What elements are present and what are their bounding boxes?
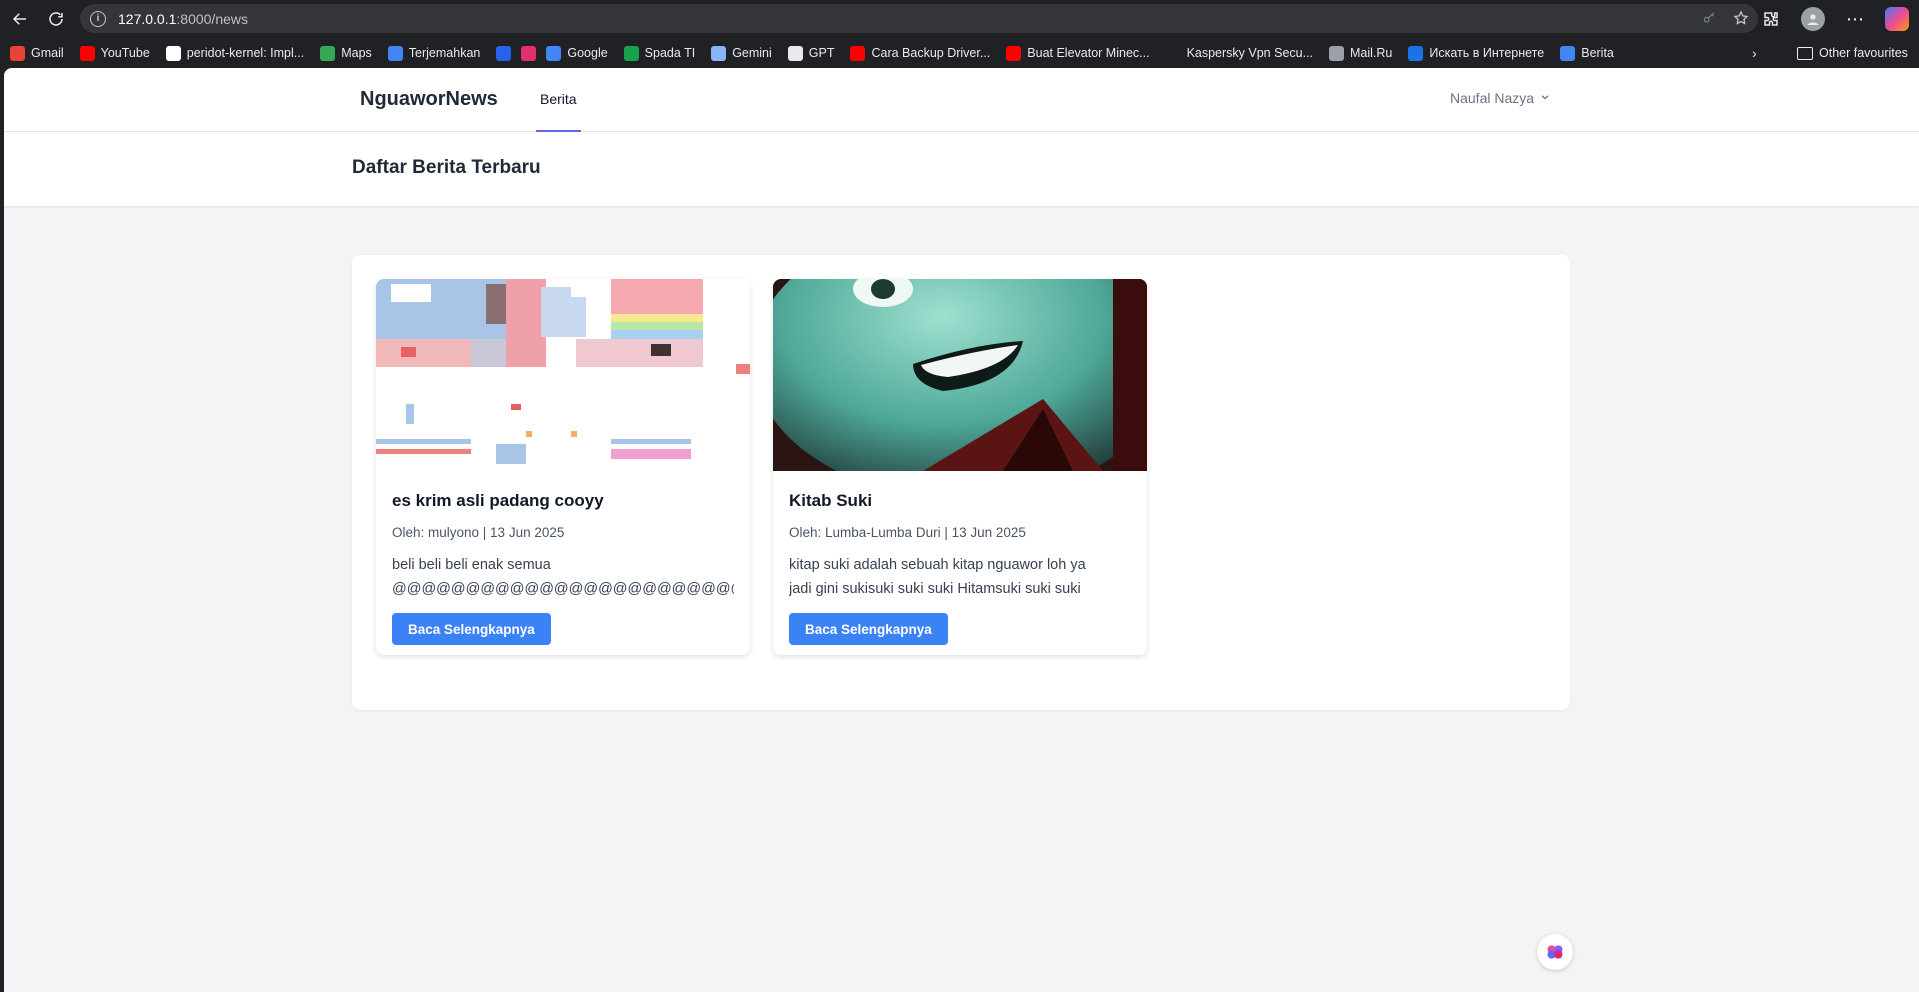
news-card: es krim asli padang cooyy Oleh: mulyono … (376, 279, 750, 655)
page-title: Daftar Berita Terbaru (352, 157, 541, 178)
bookmark-item[interactable]: Maps (320, 45, 372, 61)
search-icon (1408, 45, 1424, 61)
bookmark-item[interactable]: Gmail (10, 45, 64, 61)
other-favourites-label: Other favourites (1819, 46, 1908, 60)
read-more-button[interactable]: Baca Selengkapnya (789, 613, 948, 645)
extensions-icon[interactable] (1759, 7, 1783, 31)
bookmark-item[interactable]: Cara Backup Driver... (850, 45, 991, 61)
openai-icon (787, 45, 803, 61)
reload-icon[interactable] (38, 1, 74, 37)
browser-toolbar: i 127.0.0.1:8000/news ⋯ (0, 0, 1919, 38)
excerpt-line: jadi gini sukisuki suki suki Hitamsuki s… (789, 581, 1081, 597)
brain-assistant-icon[interactable] (1537, 934, 1573, 970)
read-more-button[interactable]: Baca Selengkapnya (392, 613, 551, 645)
address-bar[interactable]: i 127.0.0.1:8000/news (80, 4, 1758, 33)
bookmark-item[interactable]: Gemini (711, 45, 772, 61)
app-icon (496, 45, 512, 61)
news-thumbnail-image (773, 279, 1147, 471)
bookmark-item[interactable]: Terjemahkan (387, 45, 481, 61)
nav-link-berita[interactable]: Berita (536, 68, 581, 132)
user-name: Naufal Nazya (1450, 90, 1535, 106)
chevron-down-icon (1540, 92, 1550, 105)
bookmark-label: Buat Elevator Minec... (1027, 46, 1150, 60)
user-menu[interactable]: Naufal Nazya (1450, 90, 1550, 106)
bookmark-label: Berita (1581, 46, 1614, 60)
bookmark-item[interactable]: Kaspersky Vpn Secu... (1165, 45, 1314, 61)
news-thumbnail-image (376, 279, 750, 471)
folder-icon (1797, 46, 1813, 60)
bookmark-label: peridot-kernel: Impl... (186, 46, 305, 60)
news-card: Kitab Suki Oleh: Lumba-Lumba Duri | 13 J… (773, 279, 1147, 655)
bookmark-item[interactable]: YouTube (79, 45, 150, 61)
instagram-icon (521, 45, 537, 61)
bookmark-label: Gemini (732, 46, 772, 60)
brand-logo[interactable]: NguaworNews (360, 88, 498, 111)
google-icon (546, 45, 562, 61)
news-excerpt: kitap suki adalah sebuah kitap nguawor l… (789, 553, 1131, 601)
site-info-icon[interactable]: i (90, 10, 106, 27)
bookmarks-bar: Gmail YouTube peridot-kernel: Impl... Maps T… (0, 38, 1919, 68)
bookmark-label: Spada TI (644, 46, 696, 60)
bookmark-label: Google (567, 46, 608, 60)
bookmark-item[interactable]: Spada TI (623, 45, 696, 61)
bookmark-label: Terjemahkan (408, 46, 481, 60)
bookmark-label: Mail.Ru (1350, 46, 1393, 60)
news-meta: Oleh: Lumba-Lumba Duri | 13 Jun 2025 (789, 525, 1026, 540)
bookmark-item[interactable]: Искать в Интернете (1408, 45, 1545, 61)
more-menu-icon[interactable]: ⋯ (1843, 7, 1867, 31)
bookmark-label: YouTube (100, 46, 150, 60)
back-icon[interactable] (2, 1, 38, 37)
bookmark-label: Gmail (31, 46, 64, 60)
news-icon (1560, 45, 1576, 61)
bookmark-label: Cara Backup Driver... (871, 46, 991, 60)
youtube-icon (1006, 45, 1022, 61)
bookmark-item[interactable]: Mail.Ru (1329, 45, 1393, 61)
key-icon[interactable] (1700, 9, 1718, 27)
gmail-icon (10, 45, 25, 61)
bookmark-label: Maps (341, 46, 372, 60)
bookmark-item[interactable]: Berita (1560, 45, 1614, 61)
bookmark-item[interactable]: Google (546, 45, 608, 61)
translate-icon (387, 45, 403, 61)
news-list-container: es krim asli padang cooyy Oleh: mulyono … (352, 255, 1570, 710)
excerpt-line: beli beli beli enak semua (392, 557, 551, 573)
blank-icon (1165, 45, 1181, 61)
bookmark-item[interactable]: Buat Elevator Minec... (1006, 45, 1150, 61)
spada-icon (623, 45, 639, 61)
bookmark-label: Искать в Интернете (1429, 46, 1545, 60)
youtube-icon (850, 45, 866, 61)
news-title[interactable]: Kitab Suki (789, 491, 872, 511)
url-text: 127.0.0.1:8000/news (118, 10, 248, 27)
gemini-icon (711, 45, 727, 61)
github-icon (165, 45, 181, 61)
bookmark-item[interactable]: peridot-kernel: Impl... (165, 45, 305, 61)
bookmark-item[interactable]: GPT (787, 45, 835, 61)
bookmark-item[interactable] (496, 45, 512, 61)
maps-icon (320, 45, 336, 61)
news-title[interactable]: es krim asli padang cooyy (392, 491, 604, 511)
bookmark-item[interactable] (521, 45, 537, 61)
bookmark-label: GPT (808, 46, 835, 60)
page-header: Daftar Berita Terbaru (4, 132, 1919, 206)
copilot-icon[interactable] (1885, 7, 1909, 31)
news-meta: Oleh: mulyono | 13 Jun 2025 (392, 525, 565, 540)
profile-avatar-icon[interactable] (1801, 7, 1825, 31)
globe-icon (1329, 45, 1345, 61)
youtube-icon (79, 45, 95, 61)
top-navigation: NguaworNews Berita Naufal Nazya (4, 68, 1919, 132)
excerpt-line: kitap suki adalah sebuah kitap nguawor l… (789, 557, 1086, 573)
bookmark-label: Kaspersky Vpn Secu... (1186, 46, 1314, 60)
page-viewport: NguaworNews Berita Naufal Nazya Daftar B… (4, 68, 1919, 992)
other-favourites-folder[interactable]: Other favourites (1797, 38, 1908, 68)
bookmarks-more-chevron-icon[interactable]: › (1752, 45, 1757, 61)
excerpt-line: @@@@@@@@@@@@@@@@@@@@@@@@@@@@@@@@@@@ (392, 581, 734, 597)
news-excerpt: beli beli beli enak semua @@@@@@@@@@@@@@… (392, 553, 734, 601)
star-icon[interactable] (1732, 9, 1750, 27)
